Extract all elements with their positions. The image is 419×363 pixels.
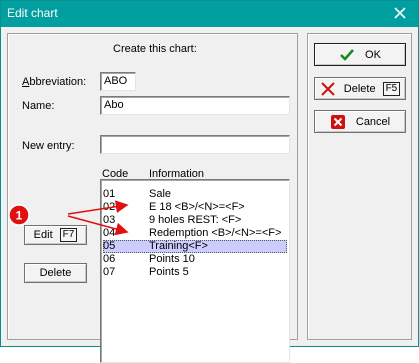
new-entry-field[interactable] [100,135,290,154]
abbreviation-label: Abbreviation: [22,76,87,88]
list-item[interactable]: 01 Sale [103,188,287,201]
entry-code: 02 [103,201,116,213]
actions-panel: OK Delete F5 Cancel [307,33,412,340]
chart-form-panel: Create this chart: Abbreviation: ABO Nam… [7,33,298,363]
entry-info: Sale [149,188,172,200]
window-title: Edit chart [7,6,58,20]
list-item[interactable]: 06 Points 10 [103,253,287,266]
ok-button-label: OK [365,48,381,61]
entry-info: Points 10 [149,253,195,265]
delete-entry-button-label: Delete [39,267,72,279]
entry-code: 05 [103,240,116,252]
abbreviation-label-text: bbreviation: [29,76,87,88]
edit-shortcut-key: F7 [59,228,78,242]
delete-button-label: Delete [343,82,376,95]
list-item[interactable]: 07 Points 5 [103,266,287,279]
name-label: Name: [22,100,55,112]
edit-button[interactable]: Edit F7 [24,225,87,245]
form-heading: Create this chart: [113,43,197,55]
entry-code: 03 [103,214,116,226]
cancel-icon [330,114,345,129]
abbreviation-field[interactable]: ABO [100,72,136,91]
edit-chart-window: Edit chart Create this chart: Abbreviati… [0,0,419,363]
entry-code: 01 [103,188,116,200]
title-bar: Edit chart [1,1,418,27]
close-icon[interactable] [391,4,409,22]
cancel-button[interactable]: Cancel [314,110,406,133]
entries-list[interactable]: 01 Sale 02 E 18 <B>/<N>=<F> 03 9 holes REST… [100,179,290,363]
new-entry-label: New entry: [22,140,75,152]
cancel-button-label: Cancel [355,115,391,128]
list-item[interactable]: 04 Redemption <B>/<N>=<F> [103,227,287,240]
name-field[interactable]: Abo [100,96,290,115]
check-icon [340,48,355,61]
entry-code: 04 [103,227,116,239]
entry-info: 9 holes REST: <F> [149,214,242,226]
entry-info: Training<F> [149,240,208,252]
list-item-selected[interactable]: 05 Training<F> [103,240,287,253]
edit-button-label: Edit [33,229,53,241]
list-item[interactable]: 02 E 18 <B>/<N>=<F> [103,201,287,214]
entry-info: E 18 <B>/<N>=<F> [149,201,245,213]
entry-info: Redemption <B>/<N>=<F> [149,227,282,239]
delete-entry-button[interactable]: Delete [24,263,87,283]
ok-button[interactable]: OK [314,43,406,66]
red-x-icon [321,81,335,96]
entry-code: 07 [103,266,116,278]
list-item[interactable]: 03 9 holes REST: <F> [103,214,287,227]
entry-info: Points 5 [149,266,189,278]
entry-code: 06 [103,253,116,265]
delete-button[interactable]: Delete F5 [314,77,406,100]
delete-shortcut-key: F5 [382,81,401,96]
